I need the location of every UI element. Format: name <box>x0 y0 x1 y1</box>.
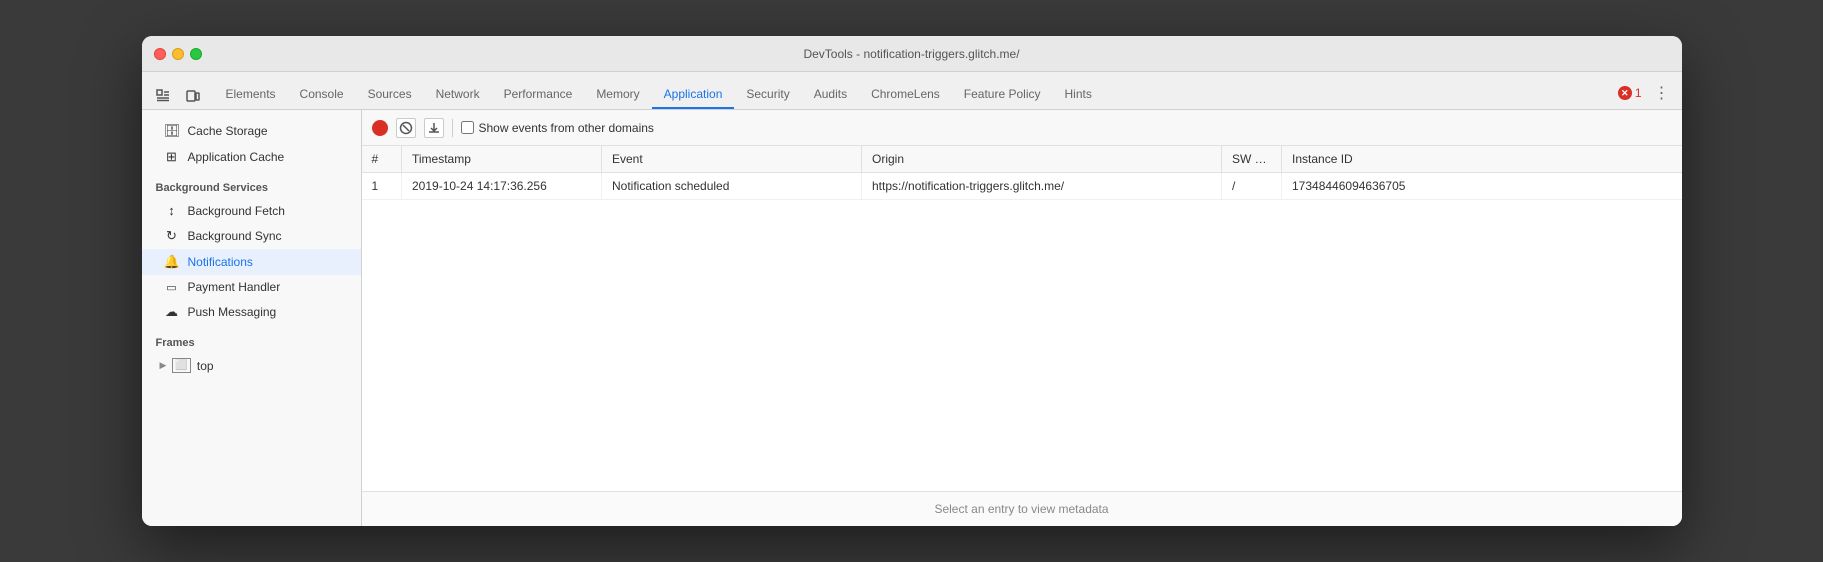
col-header-sw: SW … <box>1222 146 1282 173</box>
col-header-instance-id: Instance ID <box>1282 146 1682 173</box>
cache-storage-icon: 🗄 <box>164 123 180 139</box>
sidebar-item-top[interactable]: ▶ ⬜ top <box>142 353 361 378</box>
application-cache-icon: ⊞ <box>164 149 180 165</box>
close-button[interactable] <box>154 48 166 60</box>
tab-audits[interactable]: Audits <box>802 81 859 109</box>
record-button[interactable] <box>372 120 388 136</box>
sidebar: 🗄 Cache Storage ⊞ Application Cache Back… <box>142 110 362 526</box>
background-fetch-icon: ↕ <box>164 203 180 218</box>
cell-instance-id: 17348446094636705 <box>1282 173 1682 200</box>
tab-hints[interactable]: Hints <box>1053 81 1104 109</box>
maximize-button[interactable] <box>190 48 202 60</box>
tab-chromelens[interactable]: ChromeLens <box>859 81 952 109</box>
cell-sw: / <box>1222 173 1282 200</box>
sidebar-item-payment-handler-label: Payment Handler <box>188 280 281 294</box>
window-title: DevTools - notification-triggers.glitch.… <box>803 47 1019 61</box>
sidebar-item-background-sync-label: Background Sync <box>188 229 282 243</box>
push-messaging-icon: ☁ <box>164 304 180 320</box>
col-header-event: Event <box>602 146 862 173</box>
sidebar-item-background-sync[interactable]: ↻ Background Sync <box>142 223 361 249</box>
col-header-origin: Origin <box>862 146 1222 173</box>
sidebar-item-cache-storage[interactable]: 🗄 Cache Storage <box>142 118 361 144</box>
sidebar-item-background-fetch-label: Background Fetch <box>188 204 285 218</box>
table-header-row: # Timestamp Event Origin SW … Instance I… <box>362 146 1682 173</box>
cell-timestamp: 2019-10-24 14:17:36.256 <box>402 173 602 200</box>
devtools-window: DevTools - notification-triggers.glitch.… <box>142 36 1682 526</box>
metadata-bar: Select an entry to view metadata <box>362 491 1682 526</box>
cell-origin: https://notification-triggers.glitch.me/ <box>862 173 1222 200</box>
table-empty-area <box>362 200 1682 491</box>
cell-num: 1 <box>362 173 402 200</box>
toolbar-divider <box>452 119 453 137</box>
sidebar-item-background-fetch[interactable]: ↕ Background Fetch <box>142 198 361 223</box>
tab-memory[interactable]: Memory <box>584 81 651 109</box>
inspect-button[interactable] <box>150 83 176 109</box>
sidebar-item-notifications[interactable]: 🔔 Notifications <box>142 249 361 275</box>
tab-network[interactable]: Network <box>424 81 492 109</box>
tab-elements[interactable]: Elements <box>214 81 288 109</box>
notifications-table-container: # Timestamp Event Origin SW … Instance I… <box>362 146 1682 491</box>
cell-event: Notification scheduled <box>602 173 862 200</box>
tab-console[interactable]: Console <box>288 81 356 109</box>
tab-bar-right: ✕ 1 ⋮ <box>1618 81 1674 109</box>
sidebar-item-application-cache-label: Application Cache <box>188 150 285 164</box>
more-options-button[interactable]: ⋮ <box>1650 81 1674 105</box>
sidebar-item-push-messaging-label: Push Messaging <box>188 305 277 319</box>
show-events-label: Show events from other domains <box>479 121 654 135</box>
titlebar: DevTools - notification-triggers.glitch.… <box>142 36 1682 72</box>
device-toggle-button[interactable] <box>180 83 206 109</box>
background-sync-icon: ↻ <box>164 228 180 244</box>
show-events-checkbox-label[interactable]: Show events from other domains <box>461 121 654 135</box>
frames-top-label: top <box>197 359 214 373</box>
table-row[interactable]: 1 2019-10-24 14:17:36.256 Notification s… <box>362 173 1682 200</box>
payment-handler-icon: ▭ <box>164 281 180 294</box>
frame-icon: ⬜ <box>172 358 190 373</box>
error-badge: ✕ 1 <box>1618 86 1642 100</box>
show-events-checkbox[interactable] <box>461 121 474 134</box>
metadata-text: Select an entry to view metadata <box>934 502 1108 516</box>
main-content: 🗄 Cache Storage ⊞ Application Cache Back… <box>142 110 1682 526</box>
tab-sources[interactable]: Sources <box>356 81 424 109</box>
download-button[interactable] <box>424 118 444 138</box>
minimize-button[interactable] <box>172 48 184 60</box>
frames-section: Frames <box>142 325 361 353</box>
expand-icon: ▶ <box>160 360 167 371</box>
sidebar-item-cache-storage-label: Cache Storage <box>188 124 268 138</box>
tab-performance[interactable]: Performance <box>492 81 585 109</box>
notifications-icon: 🔔 <box>164 254 180 270</box>
traffic-lights <box>154 48 202 60</box>
panel-toolbar: Show events from other domains <box>362 110 1682 146</box>
tab-feature-policy[interactable]: Feature Policy <box>952 81 1053 109</box>
sidebar-item-application-cache[interactable]: ⊞ Application Cache <box>142 144 361 170</box>
tab-bar: Elements Console Sources Network Perform… <box>142 72 1682 110</box>
col-header-num: # <box>362 146 402 173</box>
sidebar-item-notifications-label: Notifications <box>188 255 253 269</box>
background-services-section: Background Services <box>142 170 361 198</box>
sidebar-item-payment-handler[interactable]: ▭ Payment Handler <box>142 275 361 299</box>
error-count: 1 <box>1635 86 1642 100</box>
col-header-timestamp: Timestamp <box>402 146 602 173</box>
main-panel: Show events from other domains # Timesta… <box>362 110 1682 526</box>
clear-button[interactable] <box>396 118 416 138</box>
notifications-table: # Timestamp Event Origin SW … Instance I… <box>362 146 1682 200</box>
sidebar-item-push-messaging[interactable]: ☁ Push Messaging <box>142 299 361 325</box>
tab-security[interactable]: Security <box>734 81 801 109</box>
error-dot: ✕ <box>1618 86 1632 100</box>
tab-application[interactable]: Application <box>652 81 735 109</box>
